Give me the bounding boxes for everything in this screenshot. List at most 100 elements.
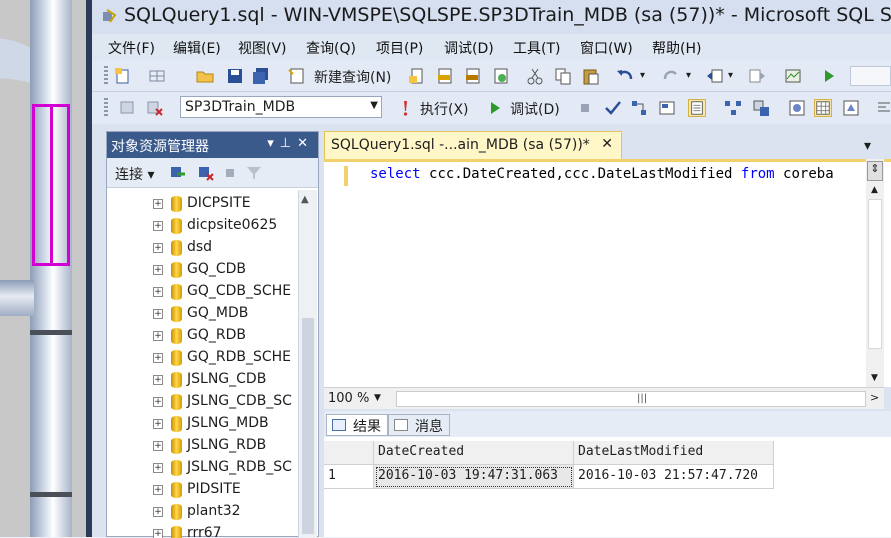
mdx-query-icon[interactable]	[436, 67, 454, 85]
scrollbar-thumb[interactable]	[302, 318, 314, 534]
expand-icon[interactable]: +	[153, 243, 163, 253]
menu-tools[interactable]: 工具(T)	[513, 38, 560, 58]
activity-monitor-icon[interactable]	[784, 67, 802, 85]
expand-icon[interactable]: +	[153, 375, 163, 385]
dmx-query-icon[interactable]	[464, 67, 482, 85]
row-header-corner[interactable]	[324, 441, 374, 465]
expand-icon[interactable]: +	[153, 287, 163, 297]
connect-dropdown-button[interactable]: 连接 ▾	[115, 164, 154, 184]
expand-icon[interactable]: +	[153, 199, 163, 209]
scrollbar-thumb[interactable]	[868, 199, 882, 349]
cell-datecreated[interactable]: 2016-10-03 19:47:31.063	[374, 465, 574, 489]
scroll-up-icon[interactable]: ▲	[871, 185, 878, 195]
copy-icon[interactable]	[554, 67, 572, 85]
execute-button[interactable]: 执行(X)	[420, 99, 469, 119]
available-databases-select[interactable]: SP3DTrain_MDB ▼	[180, 96, 382, 118]
navigate-forward-icon[interactable]	[748, 67, 766, 85]
tab-sqlquery1[interactable]: SQLQuery1.sql -...ain_MDB (sa (57))* ✕	[324, 131, 622, 159]
results-to-grid-icon[interactable]	[688, 99, 706, 117]
expand-icon[interactable]: +	[153, 353, 163, 363]
paste-icon[interactable]	[582, 67, 600, 85]
connect-icon[interactable]	[118, 99, 136, 117]
menu-query[interactable]: 查询(Q)	[306, 38, 356, 58]
expand-icon[interactable]: +	[153, 331, 163, 341]
row-number[interactable]: 1	[324, 465, 374, 489]
open-folder-icon[interactable]	[196, 67, 214, 85]
expand-icon[interactable]: +	[153, 507, 163, 517]
expand-icon[interactable]: +	[153, 397, 163, 407]
grid-icon[interactable]	[148, 67, 166, 85]
xmla-query-icon[interactable]	[492, 67, 510, 85]
expand-icon[interactable]: +	[153, 221, 163, 231]
title-bar[interactable]: SQLQuery1.sql - WIN-VMSPE\SQLSPE.SP3DTra…	[92, 0, 891, 34]
column-header[interactable]: DateCreated	[374, 441, 574, 465]
splitter-icon[interactable]: ⇕	[867, 161, 883, 181]
undo-icon[interactable]	[616, 67, 634, 85]
save-icon[interactable]	[226, 67, 244, 85]
expand-icon[interactable]: +	[153, 419, 163, 429]
code-line-1[interactable]: select ccc.DateCreated,ccc.DateLastModif…	[370, 166, 834, 182]
tab-results[interactable]: 结果	[326, 414, 388, 436]
database-engine-query-icon[interactable]	[408, 67, 426, 85]
save-all-icon[interactable]	[252, 67, 270, 85]
tab-messages[interactable]: 消息	[388, 414, 450, 436]
scroll-right-icon[interactable]: >	[870, 391, 879, 404]
results-to-text-icon[interactable]	[788, 99, 806, 117]
menu-view[interactable]: 视图(V)	[238, 38, 287, 58]
model-viewport[interactable]	[0, 0, 92, 537]
expand-icon[interactable]: +	[153, 485, 163, 495]
expand-icon[interactable]: +	[153, 441, 163, 451]
cell-datelastmodified[interactable]: 2016-10-03 21:57:47.720	[574, 465, 774, 489]
parse-check-icon[interactable]	[604, 99, 622, 117]
close-tab-icon[interactable]: ✕	[601, 136, 613, 152]
editor-vertical-scrollbar[interactable]: ⇕ ▲ ▼	[866, 159, 884, 387]
debug-button[interactable]: 调试(D)	[510, 99, 560, 119]
redo-dropdown-icon[interactable]: ▾	[686, 70, 691, 81]
object-explorer-scrollbar[interactable]: ▲	[298, 190, 317, 538]
display-plan-icon[interactable]	[630, 99, 648, 117]
cut-icon[interactable]	[526, 67, 544, 85]
results-grid[interactable]: DateCreated DateLastModified 1 2016-10-0…	[324, 437, 891, 537]
navigate-backward-icon[interactable]	[706, 67, 724, 85]
tab-list-dropdown-icon[interactable]: ▾	[864, 138, 871, 154]
cancel-query-icon[interactable]	[576, 99, 594, 117]
expand-icon[interactable]: +	[153, 309, 163, 319]
results-grid-toggle-icon[interactable]	[814, 99, 832, 117]
menu-project[interactable]: 项目(P)	[376, 38, 423, 58]
query-editor[interactable]: select ccc.DateCreated,ccc.DateLastModif…	[324, 159, 891, 390]
navigate-dropdown-icon[interactable]: ▾	[728, 70, 733, 81]
horizontal-scrollbar[interactable]: |||	[396, 391, 866, 407]
menu-file[interactable]: 文件(F)	[108, 38, 155, 58]
menu-debug[interactable]: 调试(D)	[444, 38, 494, 58]
expand-icon[interactable]: +	[153, 463, 163, 473]
new-query-icon[interactable]	[288, 67, 306, 85]
undo-dropdown-icon[interactable]: ▾	[640, 70, 645, 81]
new-query-button[interactable]: 新建查询(N)	[314, 67, 391, 87]
zoom-dropdown-icon[interactable]: ▼	[374, 393, 381, 403]
comment-lines-icon[interactable]	[876, 99, 891, 117]
expand-icon[interactable]: +	[153, 265, 163, 275]
debug-play-icon[interactable]	[486, 99, 504, 117]
close-icon[interactable]: ✕	[297, 136, 314, 151]
execute-icon[interactable]	[396, 99, 414, 117]
new-project-icon[interactable]	[114, 67, 132, 85]
start-debug-icon[interactable]	[820, 67, 838, 85]
toolbar-grip[interactable]	[104, 66, 108, 86]
menu-window[interactable]: 窗口(W)	[580, 38, 633, 58]
filter-icon[interactable]	[245, 164, 263, 182]
connect-object-explorer-icon[interactable]	[169, 164, 187, 182]
change-connection-icon[interactable]	[146, 99, 164, 117]
object-explorer-header[interactable]: 对象资源管理器 ▾⊥✕	[107, 132, 318, 158]
pin-icon[interactable]: ⊥	[280, 136, 297, 151]
stop-icon[interactable]	[223, 166, 237, 180]
column-header[interactable]: DateLastModified	[574, 441, 774, 465]
scroll-up-icon[interactable]: ▲	[301, 194, 309, 205]
client-statistics-icon[interactable]	[752, 99, 770, 117]
results-to-file-icon[interactable]	[842, 99, 860, 117]
disconnect-icon[interactable]	[197, 164, 215, 182]
redo-icon[interactable]	[662, 67, 680, 85]
scroll-down-icon[interactable]: ▼	[871, 373, 878, 383]
toolbar-search-box[interactable]	[850, 66, 891, 86]
menu-edit[interactable]: 编辑(E)	[173, 38, 221, 58]
include-plan-icon[interactable]	[724, 99, 742, 117]
